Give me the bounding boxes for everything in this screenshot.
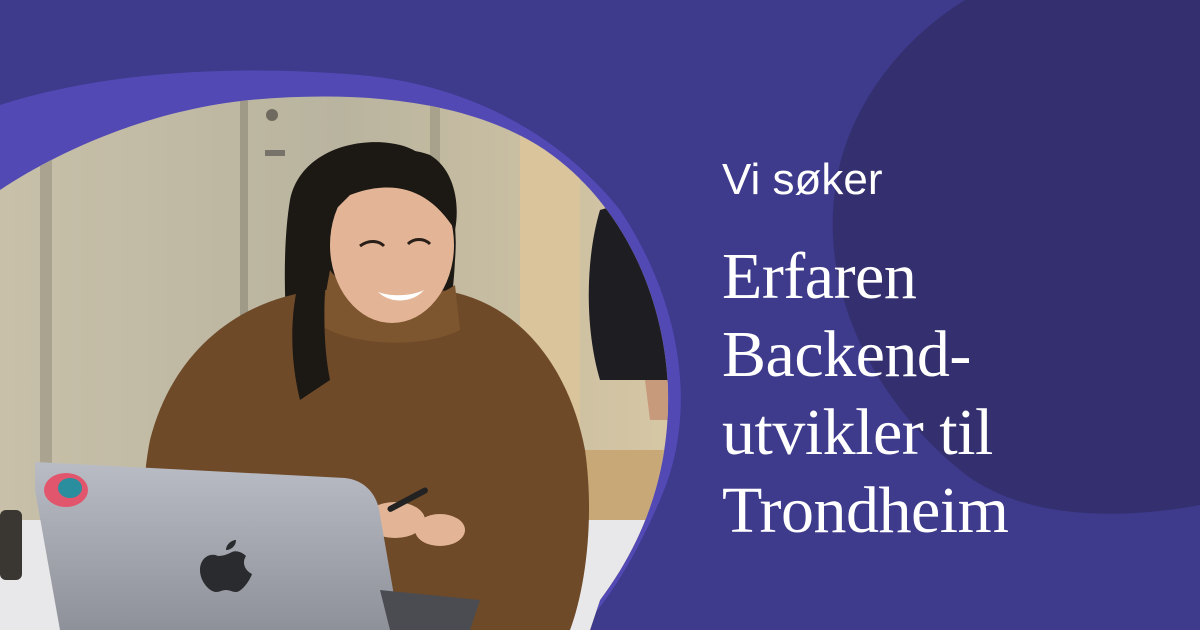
job-title-line-3: utvikler til: [722, 396, 993, 469]
eyebrow-text: Vi søker: [722, 155, 883, 204]
job-title-line-2: Backend-: [722, 318, 971, 391]
job-title-line-1: Erfaren: [722, 240, 917, 313]
job-title-line-4: Trondheim: [722, 474, 1009, 547]
job-ad-text: Vi søker Erfaren Backend- utvikler til T…: [722, 150, 1162, 550]
job-title: Erfaren Backend- utvikler til Trondheim: [722, 238, 1162, 550]
job-ad-banner: Vi søker Erfaren Backend- utvikler til T…: [0, 0, 1200, 630]
photo: [0, 96, 669, 630]
